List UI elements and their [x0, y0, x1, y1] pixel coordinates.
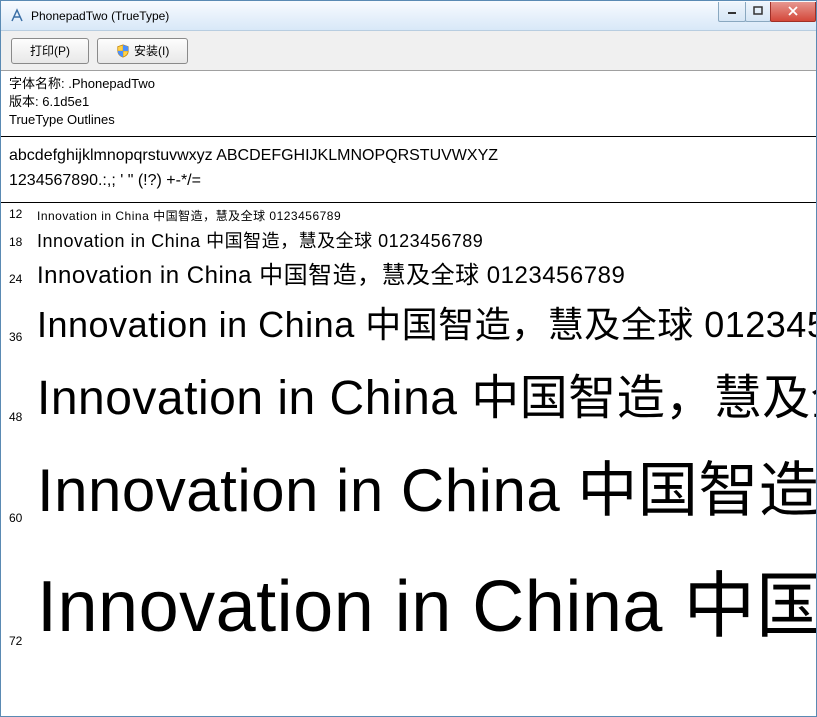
close-icon: [787, 6, 799, 16]
charset-line2: 1234567890.:,; ' " (!?) +-*/=: [9, 168, 808, 194]
size-label: 60: [9, 511, 37, 529]
sample-row: 48 Innovation in China 中国智造，慧及全球 0123456…: [9, 358, 816, 428]
sample-row: 24 Innovation in China 中国智造，慧及全球 0123456…: [9, 255, 816, 290]
sample-text: Innovation in China 中国智造，慧及全球 0123456789: [37, 358, 816, 428]
install-label: 安装(I): [134, 42, 169, 59]
install-button[interactable]: 安装(I): [97, 38, 188, 64]
sample-text: Innovation in China 中国智造，慧及全球 0123456789: [37, 227, 483, 253]
charset-preview: abcdefghijklmnopqrstuvwxyz ABCDEFGHIJKLM…: [1, 137, 816, 203]
minimize-button[interactable]: [718, 2, 746, 22]
minimize-icon: [727, 6, 737, 16]
maximize-button[interactable]: [745, 2, 771, 22]
toolbar: 打印(P) 安装(I): [1, 31, 816, 71]
size-label: 12: [9, 207, 37, 225]
close-button[interactable]: [770, 2, 816, 22]
version-row: 版本: 6.1d5e1: [9, 93, 808, 111]
sample-text: Innovation in China 中国智造，慧及全球 0123456789: [37, 547, 816, 652]
window-controls: [719, 2, 816, 22]
size-label: 48: [9, 410, 37, 428]
window-title: PhonepadTwo (TrueType): [31, 9, 719, 23]
sample-row: 72 Innovation in China 中国智造，慧及全球 0123456…: [9, 547, 816, 652]
sample-row: 36 Innovation in China 中国智造，慧及全球 0123456…: [9, 296, 816, 348]
shield-icon: [116, 44, 130, 58]
size-label: 18: [9, 235, 37, 253]
sample-row: 18 Innovation in China 中国智造，慧及全球 0123456…: [9, 227, 816, 253]
sample-text: Innovation in China 中国智造，慧及全球 0123456789: [37, 255, 625, 290]
outlines-row: TrueType Outlines: [9, 111, 808, 129]
sample-row: 12 Innovation in China 中国智造，慧及全球 0123456…: [9, 207, 816, 225]
sample-list: 12 Innovation in China 中国智造，慧及全球 0123456…: [1, 203, 816, 716]
font-viewer-window: PhonepadTwo (TrueType) 打印(P) 安装(I) 字体名称:…: [0, 0, 817, 717]
charset-line1: abcdefghijklmnopqrstuvwxyz ABCDEFGHIJKLM…: [9, 143, 808, 169]
titlebar[interactable]: PhonepadTwo (TrueType): [1, 1, 816, 31]
print-button[interactable]: 打印(P): [11, 38, 89, 64]
sample-text: Innovation in China 中国智造，慧及全球 0123456789: [37, 296, 816, 348]
size-label: 72: [9, 634, 37, 652]
print-label: 打印(P): [30, 42, 70, 59]
size-label: 36: [9, 330, 37, 348]
app-icon: [9, 8, 25, 24]
sample-text: Innovation in China 中国智造，慧及全球 0123456789: [37, 207, 341, 224]
sample-text: Innovation in China 中国智造，慧及全球 0123456789: [37, 442, 816, 529]
sample-row: 60 Innovation in China 中国智造，慧及全球 0123456…: [9, 442, 816, 529]
maximize-icon: [753, 6, 763, 16]
font-name-row: 字体名称: .PhonepadTwo: [9, 75, 808, 93]
size-label: 24: [9, 272, 37, 290]
font-info: 字体名称: .PhonepadTwo 版本: 6.1d5e1 TrueType …: [1, 71, 816, 137]
